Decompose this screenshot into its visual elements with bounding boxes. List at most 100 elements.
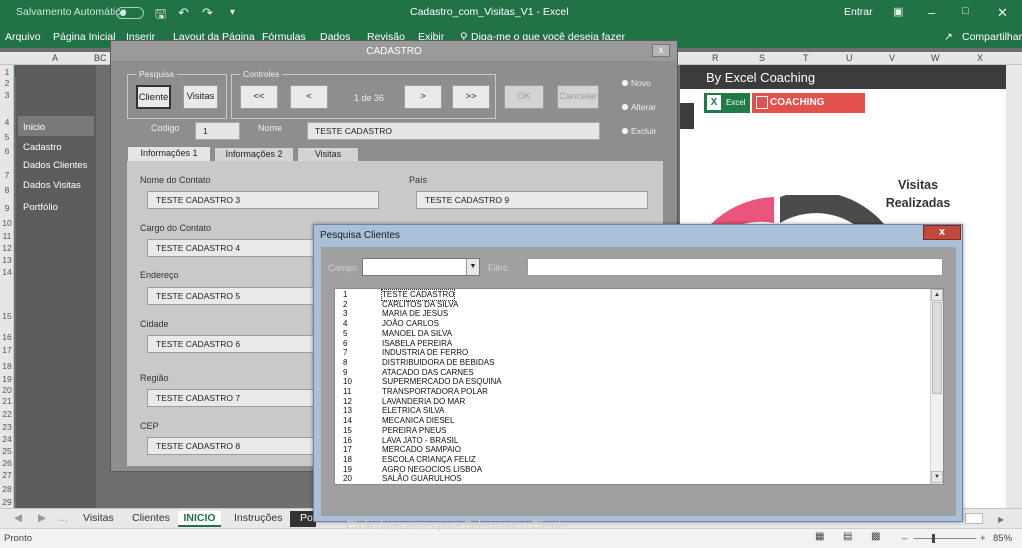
cadastro-close-button[interactable]: x (652, 44, 670, 57)
row-header[interactable]: 13 (0, 255, 14, 265)
nav-item-dados-clientes[interactable]: Dados Clientes (23, 160, 87, 171)
last-record-button[interactable]: >> (452, 85, 490, 109)
row-header[interactable]: 1 (0, 67, 14, 77)
share-button[interactable]: Compartilhar (962, 31, 1022, 43)
autosave-toggle[interactable] (116, 7, 144, 19)
zoom-in-icon[interactable]: + (980, 533, 986, 544)
row-header[interactable]: 3 (0, 90, 14, 100)
tab-informacoes-1[interactable]: Informações 1 (127, 146, 211, 162)
column-header[interactable]: R (712, 53, 719, 63)
list-item[interactable]: 15 PEREIRA PNEUS (335, 426, 931, 436)
row-header[interactable]: 23 (0, 422, 14, 432)
column-header[interactable]: A (52, 53, 58, 63)
page-layout-icon[interactable]: ▤ (843, 531, 852, 542)
campo-select[interactable]: ▼ (362, 258, 480, 276)
tab-visitas[interactable]: Visitas (297, 147, 359, 162)
tab-pagina-inicial[interactable]: Página Inicial (53, 31, 115, 43)
visitas-button[interactable]: Visitas (183, 85, 218, 109)
column-header[interactable]: U (846, 53, 853, 63)
more-sheets-icon[interactable]: … (58, 511, 69, 527)
row-header[interactable]: 11 (0, 231, 14, 241)
next-record-button[interactable]: > (404, 85, 442, 109)
column-header[interactable]: V (889, 53, 895, 63)
list-item[interactable]: 7 INDUSTRIA DE FERRO (335, 348, 931, 358)
list-item[interactable]: 11 TRANSPORTADORA POLAR (335, 387, 931, 397)
list-item[interactable]: 13 ELETRICA SILVA (335, 406, 931, 416)
sheet-tab-visitas[interactable]: Visitas (83, 511, 114, 527)
chevron-down-icon[interactable]: ▼ (466, 259, 479, 275)
row-header[interactable]: 25 (0, 446, 14, 456)
clientes-listbox[interactable]: 1 TESTE CADASTRO 2 CARLITOS DA SILVA 3 MARI… (334, 288, 944, 485)
row-header[interactable]: 16 (0, 332, 14, 342)
list-item[interactable]: 2 CARLITOS DA SILVA (335, 300, 931, 310)
row-header[interactable]: 7 (0, 170, 14, 180)
nav-item-inicio[interactable]: Inicio (23, 122, 45, 133)
zoom-slider[interactable] (914, 538, 976, 539)
cliente-button[interactable]: Cliente (136, 85, 171, 109)
row-header[interactable]: 6 (0, 146, 14, 156)
sheet-tab-instrucoes[interactable]: Instruções (234, 511, 282, 527)
list-item[interactable]: 9 ATACADO DAS CARNES (335, 368, 931, 378)
column-header[interactable]: T (803, 53, 809, 63)
column-header[interactable]: C (100, 53, 107, 63)
row-header[interactable]: 22 (0, 409, 14, 419)
list-item[interactable]: 5 MANOEL DA SILVA (335, 329, 931, 339)
sheet-tab-inicio[interactable]: INICIO (178, 511, 221, 527)
zoom-slider-thumb[interactable] (932, 534, 935, 543)
first-record-button[interactable]: << (240, 85, 278, 109)
filtro-input[interactable] (527, 258, 943, 276)
column-header[interactable]: S (759, 53, 765, 63)
listbox-scroll-thumb[interactable] (932, 302, 942, 394)
ok-button[interactable]: OK (504, 85, 544, 109)
redo-icon[interactable]: ↷ (202, 5, 213, 21)
tab-informacoes-2[interactable]: Informações 2 (214, 147, 294, 162)
nav-item-portfolio[interactable]: Portfólio (23, 202, 58, 213)
row-header[interactable]: 10 (0, 218, 14, 228)
zoom-out-icon[interactable]: – (902, 533, 907, 544)
row-header[interactable]: 8 (0, 185, 14, 195)
column-header[interactable]: X (977, 53, 983, 63)
scroll-up-icon[interactable]: ▲ (931, 289, 943, 301)
maximize-icon[interactable]: □ (962, 5, 969, 17)
next-sheet-icon[interactable]: ▶ (38, 511, 46, 527)
contato-field[interactable]: TESTE CADASTRO 3 (147, 191, 379, 209)
row-header[interactable]: 15 (0, 311, 14, 321)
list-item[interactable]: 4 JOÃO CARLOS (335, 319, 931, 329)
row-header[interactable]: 2 (0, 78, 14, 88)
nav-item-cadastro[interactable]: Cadastro (23, 142, 62, 153)
list-item[interactable]: 6 ISABELA PEREIRA (335, 339, 931, 349)
list-item[interactable]: 18 ESCOLA CRIANÇA FELIZ (335, 455, 931, 465)
share-icon[interactable]: ↗ (944, 31, 953, 43)
list-item[interactable]: 10 SUPERMERCADO DA ESQUINA (335, 377, 931, 387)
pais-field[interactable]: TESTE CADASTRO 9 (416, 191, 648, 209)
pesquisa-close-button[interactable]: x (923, 225, 961, 240)
row-header[interactable]: 27 (0, 470, 14, 480)
list-item[interactable]: 3 MARIA DE JESUS (335, 309, 931, 319)
list-item[interactable]: 19 AGRO NEGOCIOS LISBOA (335, 465, 931, 475)
row-header[interactable]: 17 (0, 345, 14, 355)
list-item[interactable]: 17 MERCADO SAMPAIO (335, 445, 931, 455)
page-break-icon[interactable]: ▩ (871, 531, 880, 542)
row-header[interactable]: 9 (0, 203, 14, 213)
row-header[interactable]: 28 (0, 484, 14, 494)
zoom-level[interactable]: 85% (993, 533, 1012, 544)
save-icon[interactable]: 🖫 (155, 5, 166, 27)
tab-arquivo[interactable]: Arquivo (5, 31, 41, 43)
vertical-scrollbar[interactable] (1006, 65, 1022, 508)
signin-link[interactable]: Entrar (844, 6, 873, 18)
row-header[interactable]: 20 (0, 385, 14, 395)
codigo-field[interactable]: 1 (195, 122, 240, 140)
horizontal-scroll-thumb[interactable] (965, 513, 983, 524)
prev-record-button[interactable]: < (290, 85, 328, 109)
list-item[interactable]: 12 LAVANDERIA DO MAR (335, 397, 931, 407)
row-header[interactable]: 12 (0, 243, 14, 253)
list-item[interactable]: 8 DISTRIBUIDORA DE BEBIDAS (335, 358, 931, 368)
scroll-down-icon[interactable]: ▼ (931, 471, 943, 483)
row-header[interactable]: 4 (0, 117, 14, 127)
list-item[interactable]: 20 SALÃO GUARULHOS (335, 474, 931, 484)
undo-icon[interactable]: ↶ (178, 5, 189, 21)
close-icon[interactable]: ✕ (997, 5, 1008, 21)
list-item[interactable]: 16 LAVA JATO - BRASIL (335, 436, 931, 446)
radio-novo[interactable]: Novo (621, 78, 651, 88)
nome-field[interactable]: TESTE CADASTRO (307, 122, 600, 140)
